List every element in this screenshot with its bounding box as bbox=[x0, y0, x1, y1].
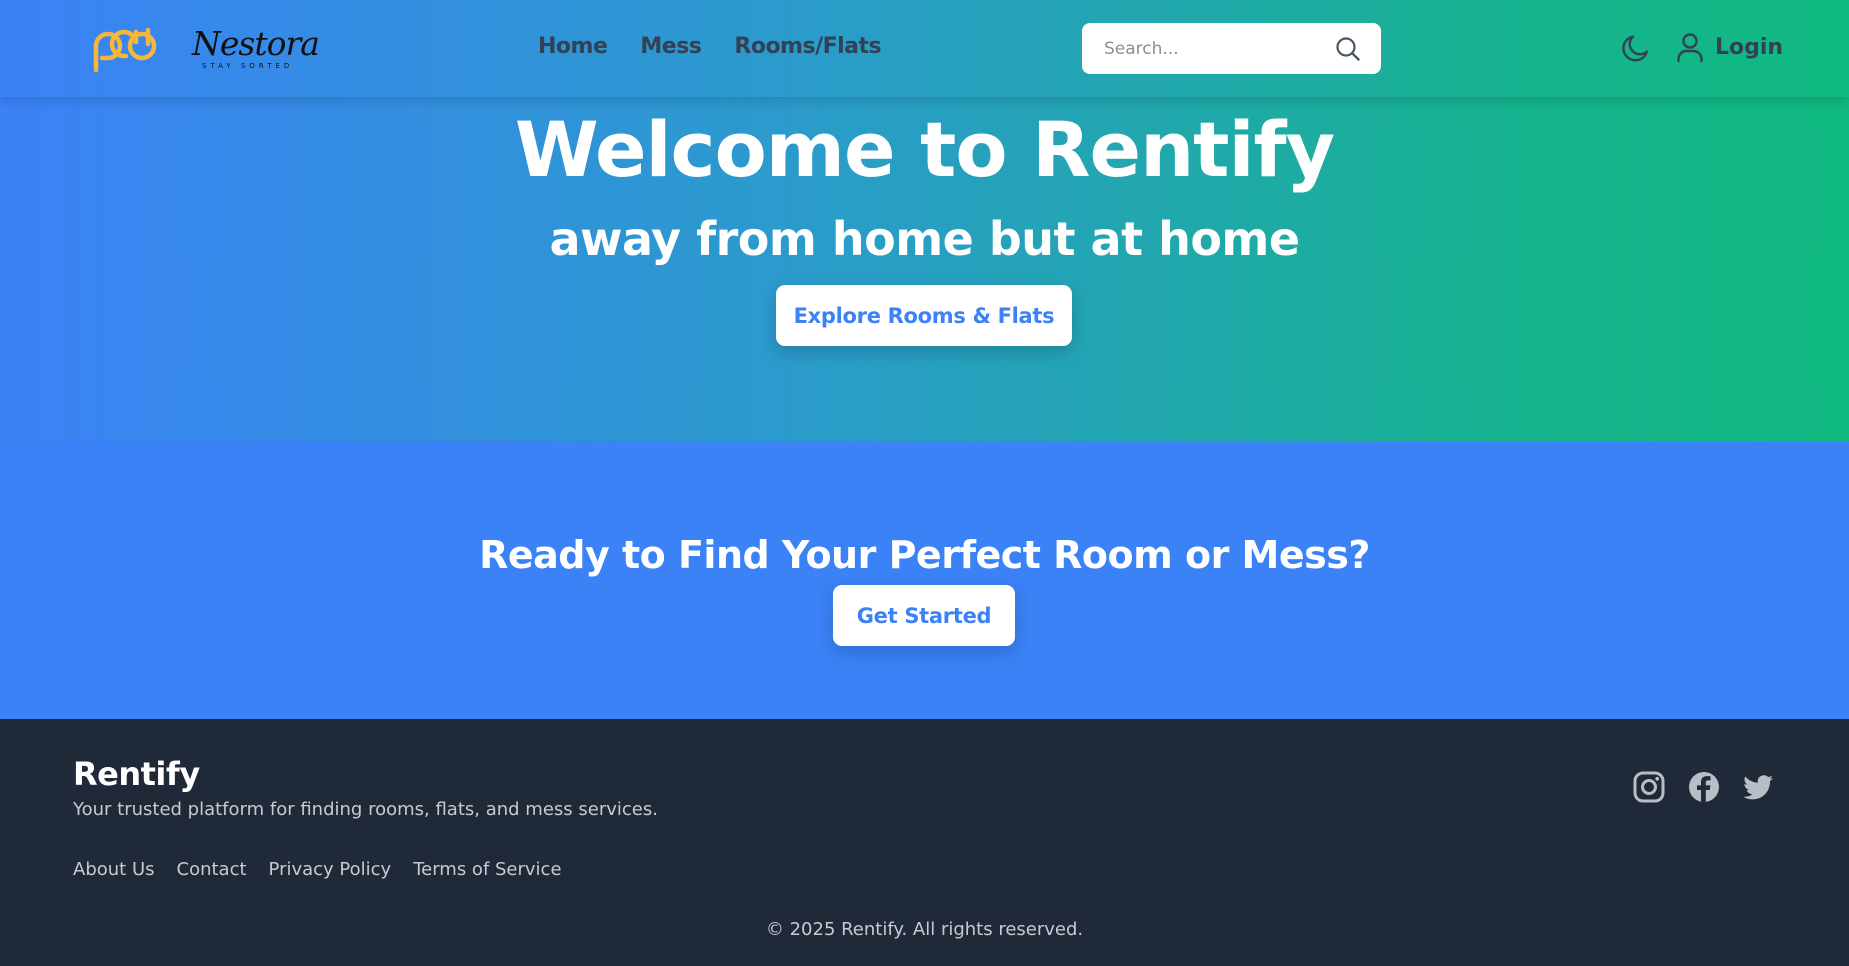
brand-tagline: STAY SORTED bbox=[202, 62, 294, 70]
hero-title: Welcome to Rentify bbox=[514, 105, 1335, 194]
brand-wordmark: Nestora STAY SORTED bbox=[192, 20, 320, 76]
footer-link-terms[interactable]: Terms of Service bbox=[413, 859, 561, 880]
facebook-icon[interactable] bbox=[1687, 770, 1721, 804]
hero-subtitle: away from home but at home bbox=[549, 212, 1300, 266]
nav-mess[interactable]: Mess bbox=[640, 34, 702, 59]
twitter-icon[interactable] bbox=[1741, 770, 1775, 804]
brand-name: Nestora bbox=[192, 24, 320, 63]
login-button[interactable]: Login bbox=[1675, 31, 1783, 63]
instagram-icon[interactable] bbox=[1632, 770, 1666, 804]
footer-tagline: Your trusted platform for finding rooms,… bbox=[73, 799, 658, 820]
header: Nestora STAY SORTED Home Mess Rooms/Flat… bbox=[0, 0, 1849, 97]
footer-brand: Rentify bbox=[73, 755, 200, 793]
user-icon bbox=[1677, 33, 1703, 63]
login-label: Login bbox=[1715, 34, 1784, 60]
footer-links: About Us Contact Privacy Policy Terms of… bbox=[73, 859, 562, 880]
search-box bbox=[1082, 23, 1381, 74]
main-nav: Home Mess Rooms/Flats bbox=[538, 34, 882, 59]
search-input[interactable] bbox=[1104, 23, 1344, 74]
cta-title: Ready to Find Your Perfect Room or Mess? bbox=[479, 533, 1370, 577]
cta-section: Ready to Find Your Perfect Room or Mess?… bbox=[0, 441, 1849, 719]
logo[interactable]: Nestora STAY SORTED bbox=[90, 18, 320, 78]
nav-rooms-flats[interactable]: Rooms/Flats bbox=[734, 34, 881, 59]
nav-home[interactable]: Home bbox=[538, 34, 608, 59]
hero-section: Nestora STAY SORTED Home Mess Rooms/Flat… bbox=[0, 0, 1849, 441]
footer: Rentify Your trusted platform for findin… bbox=[0, 719, 1849, 966]
footer-link-about[interactable]: About Us bbox=[73, 859, 155, 880]
footer-link-contact[interactable]: Contact bbox=[177, 859, 247, 880]
logo-mark-icon bbox=[93, 27, 157, 73]
explore-rooms-button[interactable]: Explore Rooms & Flats bbox=[776, 285, 1072, 346]
footer-link-privacy[interactable]: Privacy Policy bbox=[269, 859, 392, 880]
get-started-button[interactable]: Get Started bbox=[833, 585, 1015, 646]
search-icon[interactable] bbox=[1335, 36, 1361, 62]
copyright: © 2025 Rentify. All rights reserved. bbox=[765, 919, 1084, 940]
page: Nestora STAY SORTED Home Mess Rooms/Flat… bbox=[0, 0, 1849, 966]
dark-mode-toggle-icon[interactable] bbox=[1620, 32, 1652, 64]
